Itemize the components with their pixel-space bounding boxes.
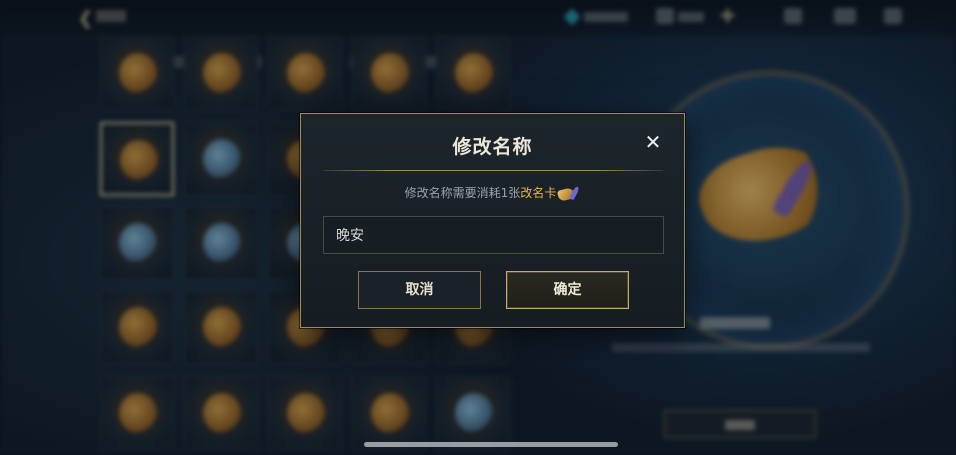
notice-text: 修改名称需要消耗1张 bbox=[404, 186, 521, 200]
home-indicator[interactable] bbox=[364, 442, 618, 447]
rename-cost-notice: 修改名称需要消耗1张改名卡 bbox=[301, 184, 684, 202]
rename-dialog: 修改名称 ✕ 修改名称需要消耗1张改名卡 取消 确定 bbox=[300, 113, 685, 328]
name-input[interactable] bbox=[323, 216, 664, 254]
rename-card-link: 改名卡 bbox=[520, 186, 557, 200]
cancel-button[interactable]: 取消 bbox=[358, 271, 481, 309]
rename-card-icon bbox=[557, 185, 581, 202]
confirm-button[interactable]: 确定 bbox=[506, 271, 629, 309]
dialog-title: 修改名称 bbox=[452, 136, 533, 158]
close-icon[interactable]: ✕ bbox=[642, 131, 664, 153]
title-divider bbox=[323, 170, 663, 171]
